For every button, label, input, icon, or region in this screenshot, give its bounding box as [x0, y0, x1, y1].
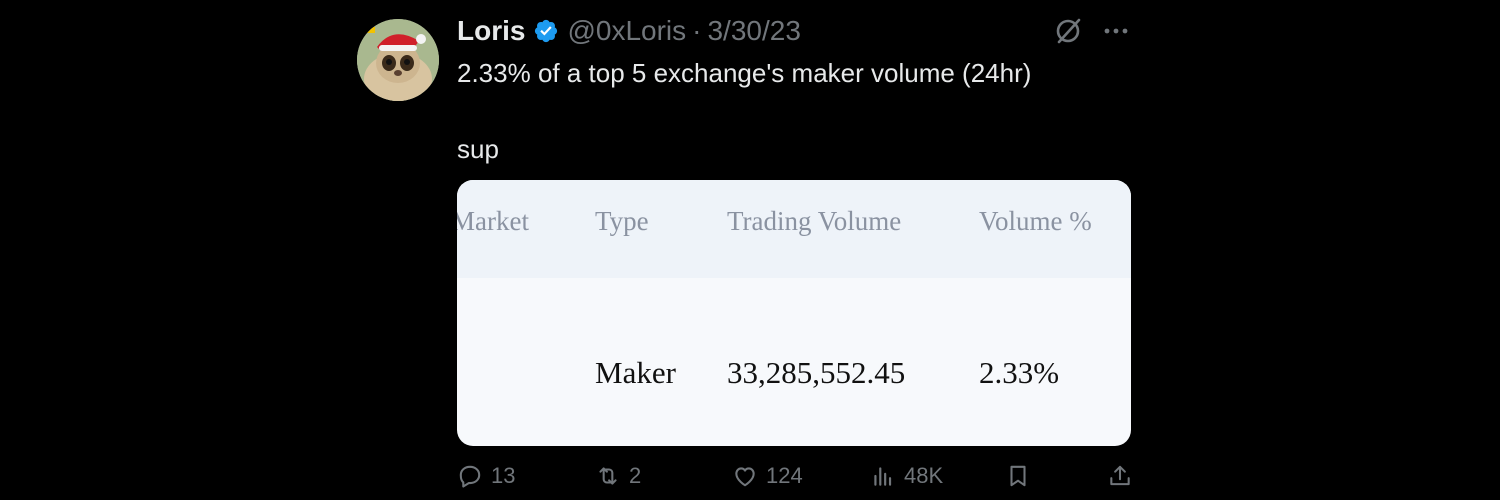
like-icon	[735, 467, 755, 487]
tweet-text-line: 2.33% of a top 5 exchange's maker volume…	[457, 58, 1032, 88]
avatar-image	[357, 19, 439, 101]
reply-icon	[459, 465, 481, 488]
bookmark-icon	[1010, 465, 1026, 487]
column-header-market: Market	[457, 206, 529, 236]
column-header-type: Type	[595, 206, 649, 236]
bookmark-button[interactable]	[1005, 458, 1031, 494]
display-name[interactable]: Loris	[457, 15, 525, 47]
media-image[interactable]: Market Type Trading Volume Volume % Make…	[457, 180, 1131, 446]
table-header: Market Type Trading Volume Volume %	[457, 180, 1131, 278]
like-button[interactable]: 124	[732, 458, 803, 494]
grok-icon[interactable]	[1052, 15, 1084, 47]
cell-volume-pct: 2.33%	[979, 355, 1060, 390]
more-dots-icon[interactable]	[1100, 15, 1132, 47]
verified-badge-icon[interactable]	[533, 18, 559, 44]
reply-count: 13	[491, 463, 516, 488]
separator-dot: ·	[692, 15, 702, 46]
views-button[interactable]: 48K	[870, 458, 943, 494]
column-header-volume-pct: Volume %	[979, 206, 1092, 236]
views-icon	[874, 467, 892, 486]
like-count: 124	[766, 463, 803, 488]
repost-button[interactable]: 2	[595, 458, 641, 494]
repost-icon	[599, 467, 617, 485]
tweet: Loris @0xLoris · 3/30/23 2.33% of a top …	[0, 0, 1500, 500]
repost-count: 2	[629, 463, 642, 488]
action-bar: 13 2 124 48K	[457, 458, 1137, 494]
avatar[interactable]	[357, 19, 439, 101]
tweet-text: 2.33% of a top 5 exchange's maker volume…	[457, 54, 1137, 168]
column-header-trading-volume: Trading Volume	[727, 206, 902, 236]
handle[interactable]: @0xLoris	[567, 15, 686, 47]
cell-type: Maker	[595, 355, 676, 390]
tweet-header: Loris @0xLoris · 3/30/23	[457, 12, 801, 50]
views-count: 48K	[904, 463, 944, 488]
tweet-text-line: sup	[457, 134, 499, 164]
share-button[interactable]	[1107, 458, 1133, 494]
post-date[interactable]: 3/30/23	[707, 15, 800, 47]
share-icon	[1110, 465, 1130, 486]
reply-button[interactable]: 13	[457, 458, 515, 494]
cell-trading-volume: 33,285,552.45	[727, 355, 906, 390]
